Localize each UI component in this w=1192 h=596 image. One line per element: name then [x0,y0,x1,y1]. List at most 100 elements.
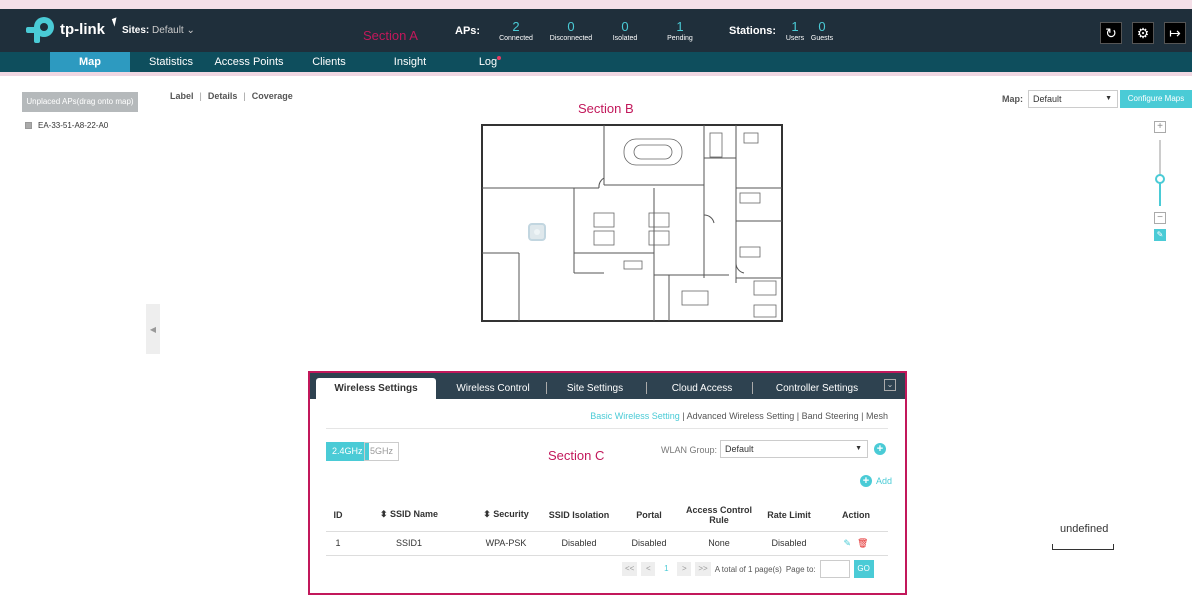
mouse-cursor-icon [111,17,120,27]
view-coverage-toggle[interactable]: Coverage [252,91,293,101]
wlan-group-select[interactable]: Default ▼ [720,440,868,458]
map-select[interactable]: Default ▼ [1028,90,1118,108]
page-next-button[interactable]: > [677,562,692,576]
unplaced-ap-item[interactable]: EA-33-51-A8-22-A0 [25,121,108,130]
tab-separator [546,382,547,394]
tp-link-logo-icon [26,17,54,43]
zoom-slider-handle[interactable] [1155,174,1165,184]
nav-log[interactable]: Log [465,52,515,72]
placed-ap-icon[interactable] [528,223,546,241]
nav-clients[interactable]: Clients [300,52,358,72]
col-action: Action [824,499,888,532]
sites-selector[interactable]: Sites: Default ⌄ [122,25,195,36]
table-row: 1 SSID1 WPA-PSK Disabled Disabled None D… [326,531,888,556]
gear-icon[interactable]: ⚙ [1132,22,1154,44]
subnav-band-steering[interactable]: Band Steering [802,411,859,421]
collapse-panel-button[interactable]: ◀ [146,304,160,354]
add-ssid-button[interactable]: Add [876,476,892,486]
view-details-toggle[interactable]: Details [208,91,238,101]
tab-wireless-settings[interactable]: Wireless Settings [316,378,436,399]
tab-site-settings[interactable]: Site Settings [560,378,630,399]
floor-plan-map[interactable] [474,123,784,326]
add-wlan-group-icon[interactable]: + [874,443,886,455]
aps-connected-label: Connected [499,35,533,42]
stations-label: Stations: [729,25,777,37]
aps-pending[interactable]: 1 Pending [662,20,698,42]
edit-icon[interactable]: ✎ [844,538,852,548]
go-button[interactable]: GO [853,560,874,578]
subnav-mesh[interactable]: Mesh [866,411,888,421]
col-ssid-isolation: SSID Isolation [544,499,614,532]
page-prev-button[interactable]: < [641,562,656,576]
nav-border [0,72,1192,76]
page-to-input[interactable] [819,560,850,578]
logout-icon[interactable]: ↦ [1164,22,1186,44]
sites-label: Sites: [122,25,150,36]
cell-id: 1 [326,531,350,556]
top-bar: tp-link Sites: Default ⌄ Section A APs: … [0,0,1192,52]
nav-access-points[interactable]: Access Points [208,52,290,72]
minimize-panel-icon[interactable]: ⌄ [884,379,896,391]
zoom-in-button[interactable]: + [1154,121,1166,133]
view-label-toggle[interactable]: Label [170,91,194,101]
col-security[interactable]: ⬍ Security [468,499,544,532]
subnav-advanced[interactable]: Advanced Wireless Setting [687,411,795,421]
aps-disconnected-count: 0 [567,19,575,34]
aps-label: APs: [455,25,481,37]
stations-guests[interactable]: 0 Guests [810,20,834,42]
col-ssid-name[interactable]: ⬍ SSID Name [350,499,468,532]
band-2-4ghz[interactable]: 2.4GHz [326,442,369,461]
log-alert-dot [497,56,502,60]
aps-disconnected[interactable]: 0 Disconnected [544,20,598,42]
subnav-basic[interactable]: Basic Wireless Setting [590,411,680,421]
cell-action: ✎ 🗑 [824,531,888,556]
chevron-down-icon: ⌄ [183,25,195,36]
sites-value: Default [152,25,184,36]
wlan-group-label: WLAN Group: [661,445,718,455]
nav-log-label: Log [478,56,498,68]
add-ssid-icon[interactable]: + [860,475,872,487]
cell-ssid: SSID1 [350,531,468,556]
unplaced-aps-header: Unplaced APs(drag onto map) [22,92,138,112]
ssid-table: ID ⬍ SSID Name ⬍ Security SSID Isolation… [326,499,888,556]
ap-mac-label: EA-33-51-A8-22-A0 [38,121,109,130]
stations-users-count: 1 [791,19,799,34]
settings-tab-bar: Wireless Settings Wireless Control Site … [310,373,905,399]
edit-map-icon[interactable]: ✎ [1154,229,1166,241]
cell-security: WPA-PSK [468,531,544,556]
pagination: << < 1 > >> A total of 1 page(s) Page to… [622,560,874,578]
map-select-value: Default [1033,94,1062,104]
table-header-row: ID ⬍ SSID Name ⬍ Security SSID Isolation… [326,499,888,532]
nav-map[interactable]: Map [50,52,130,72]
wireless-subnav: Basic Wireless Setting | Advanced Wirele… [590,411,888,421]
tab-wireless-control[interactable]: Wireless Control [450,378,536,399]
page-to-label: Page to: [785,564,816,574]
zoom-out-button[interactable]: − [1154,212,1166,224]
aps-isolated-count: 0 [621,19,629,34]
nav-insight[interactable]: Insight [372,52,448,72]
page-current[interactable]: 1 [659,562,674,576]
tp-link-logo[interactable]: tp-link [26,17,105,43]
tab-controller-settings[interactable]: Controller Settings [762,378,872,399]
refresh-icon[interactable]: ↻ [1100,22,1122,44]
col-access-control: Access Control Rule [684,499,754,532]
page-first-button[interactable]: << [622,562,638,576]
caret-down-icon: ▼ [1105,95,1112,102]
cell-rate-limit: Disabled [754,531,824,556]
configure-maps-button[interactable]: Configure Maps [1120,90,1192,108]
aps-isolated[interactable]: 0 Isolated [608,20,642,42]
tab-cloud-access[interactable]: Cloud Access [662,378,742,399]
col-rate-limit: Rate Limit [754,499,824,532]
band-5ghz[interactable]: 5GHz [364,442,400,461]
caret-down-icon: ▼ [855,445,862,452]
map-select-label: Map: [1002,94,1023,104]
col-id: ID [326,499,350,532]
stations-users[interactable]: 1 Users [784,20,806,42]
trash-icon[interactable]: 🗑 [857,538,868,548]
stations-users-label: Users [785,35,805,42]
aps-disconnected-label: Disconnected [549,35,593,42]
aps-connected-count: 2 [512,19,520,34]
aps-connected[interactable]: 2 Connected [493,20,539,42]
nav-statistics[interactable]: Statistics [138,52,204,72]
page-last-button[interactable]: >> [695,562,711,576]
